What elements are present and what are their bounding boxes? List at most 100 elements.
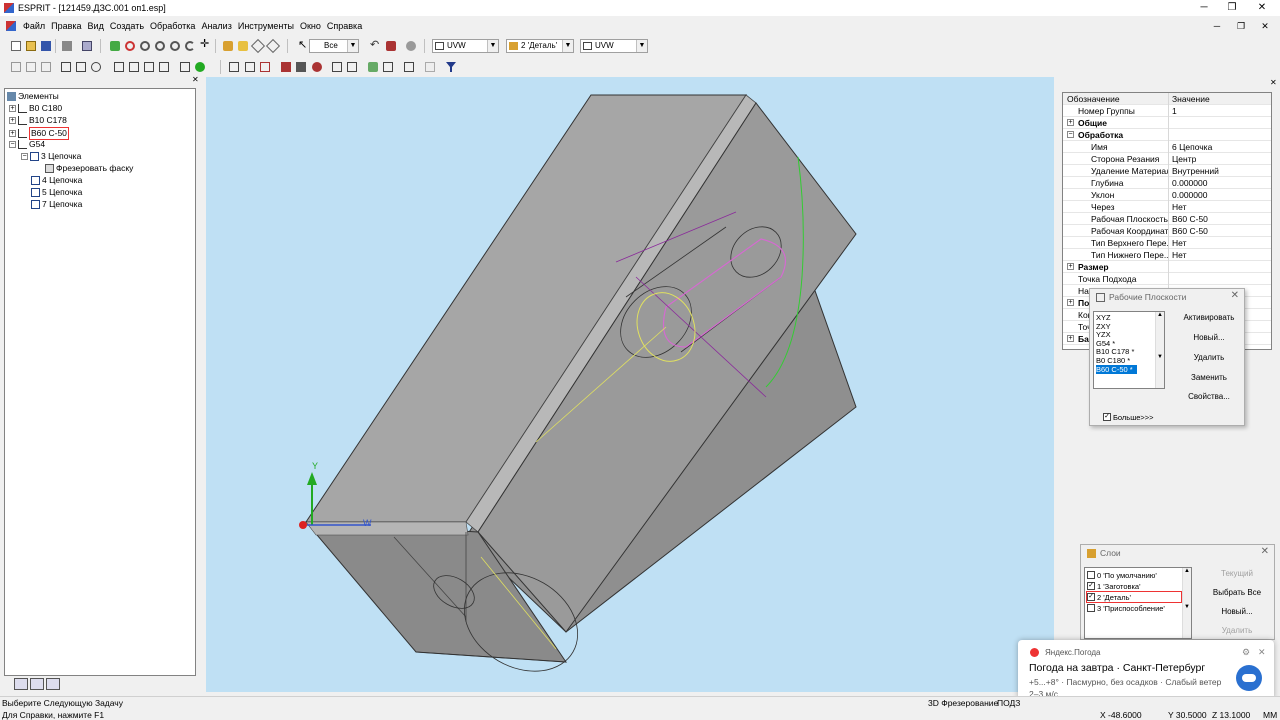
plane-properties-button[interactable]: Свойства... xyxy=(1178,388,1240,405)
more-checkbox[interactable]: ✓ Больше>>> xyxy=(1103,412,1154,422)
drill-icon[interactable] xyxy=(309,59,325,75)
menu-machining[interactable]: Обработка xyxy=(147,21,198,31)
list-scrollbar[interactable]: ▲ ▼ xyxy=(1182,568,1191,638)
zoom-out-icon[interactable] xyxy=(152,38,168,54)
plane-list-item[interactable]: B60 C-50 * xyxy=(1096,364,1137,374)
delete-plane-button[interactable]: Удалить xyxy=(1178,349,1240,366)
close-button[interactable]: ✕ xyxy=(1248,0,1276,16)
activate-button[interactable]: Активировать xyxy=(1178,309,1240,326)
property-group[interactable]: − Обработка xyxy=(1063,129,1271,141)
wireframe-icon[interactable] xyxy=(265,38,281,54)
menu-analysis[interactable]: Анализ xyxy=(198,21,234,31)
property-group[interactable]: + Размер xyxy=(1063,261,1271,273)
tree-close-icon[interactable]: ✕ xyxy=(192,76,199,84)
hidden-line-icon[interactable] xyxy=(250,38,266,54)
tree-item-b10-c178[interactable]: + B10 C178 xyxy=(9,115,67,126)
tree-item-chamfer-op[interactable]: Фрезеровать фаску xyxy=(45,163,133,174)
tree-tab-operations-icon[interactable] xyxy=(30,678,44,690)
settings-icon[interactable]: ⚙ xyxy=(1242,647,1250,658)
break-icon[interactable] xyxy=(38,59,54,75)
property-row[interactable]: Тип Нижнего Пере... Нет xyxy=(1063,249,1271,261)
select-tool-button[interactable] xyxy=(107,38,123,54)
tree-item-g54[interactable]: − G54 xyxy=(9,139,45,150)
maximize-button[interactable]: ❐ xyxy=(1218,0,1246,16)
view-select-1[interactable]: UVW ▼ xyxy=(432,39,499,53)
filter-select[interactable]: Все ▼ xyxy=(309,39,359,53)
rotate-view-icon[interactable] xyxy=(182,38,198,54)
tree-item-chain-7[interactable]: 7 Цепочка xyxy=(31,199,82,210)
tree-item-b0-c180[interactable]: + B0 C180 xyxy=(9,103,62,114)
minimize-button[interactable]: ─ xyxy=(1190,0,1218,16)
filter-icon[interactable] xyxy=(443,59,459,75)
nc-code-icon[interactable] xyxy=(380,59,396,75)
arc-icon[interactable] xyxy=(88,59,104,75)
layer-item[interactable]: 3 'Приспособление' xyxy=(1087,603,1165,613)
machine-setup-icon[interactable] xyxy=(329,59,345,75)
settings-icon[interactable] xyxy=(401,59,417,75)
trim-icon[interactable] xyxy=(8,59,24,75)
current-layer-button[interactable]: Текущий xyxy=(1201,565,1273,582)
stock-icon[interactable] xyxy=(344,59,360,75)
3d-viewport[interactable]: Y W xyxy=(206,77,1054,692)
open-file-button[interactable] xyxy=(23,38,39,54)
property-row[interactable]: Удаление Материала Внутренний xyxy=(1063,165,1271,177)
polygon-icon[interactable] xyxy=(73,59,89,75)
weather-notification[interactable]: Яндекс.Погода ⚙ ✕ Погода на завтра · Сан… xyxy=(1018,640,1274,700)
close-icon[interactable]: ✕ xyxy=(1231,290,1239,301)
collapse-icon[interactable]: − xyxy=(21,153,28,160)
undo-icon[interactable]: ↶ xyxy=(368,38,384,54)
copy-button[interactable] xyxy=(79,38,95,54)
tree-tab-tools-icon[interactable] xyxy=(46,678,60,690)
axis-icon[interactable] xyxy=(242,59,258,75)
mdi-minimize-button[interactable]: ─ xyxy=(1206,18,1228,34)
layer-item[interactable]: ✓ 2 'Деталь' xyxy=(1086,591,1182,603)
print-button[interactable] xyxy=(59,38,75,54)
hole-icon[interactable] xyxy=(156,59,172,75)
new-plane-button[interactable]: Новый... xyxy=(1178,329,1240,346)
property-row[interactable]: Уклон 0.000000 xyxy=(1063,189,1271,201)
menu-file[interactable]: Файл xyxy=(20,21,48,31)
layer-item[interactable]: ✓ 1 'Заготовка' xyxy=(1087,581,1141,591)
property-row[interactable]: Тип Верхнего Пере... Нет xyxy=(1063,237,1271,249)
property-row[interactable]: Рабочая Координата B60 C-50 xyxy=(1063,225,1271,237)
close-icon[interactable]: ✕ xyxy=(1261,546,1269,557)
view-select-2[interactable]: UVW ▼ xyxy=(580,39,648,53)
tree-item-chain-5[interactable]: 5 Цепочка xyxy=(31,187,82,198)
new-layer-button[interactable]: Новый... xyxy=(1201,603,1273,620)
property-row[interactable]: Номер Группы 1 xyxy=(1063,105,1271,117)
delete-layer-button[interactable]: Удалить xyxy=(1201,622,1273,639)
record-icon[interactable] xyxy=(403,38,419,54)
solid-shade-icon[interactable] xyxy=(220,38,236,54)
replace-plane-button[interactable]: Заменить xyxy=(1178,369,1240,386)
property-row[interactable]: Глубина 0.000000 xyxy=(1063,177,1271,189)
pocket-icon[interactable] xyxy=(141,59,157,75)
layer-checkbox[interactable] xyxy=(1087,571,1095,579)
zoom-window-icon[interactable] xyxy=(137,38,153,54)
close-icon[interactable]: ✕ xyxy=(1258,647,1266,658)
tree-root[interactable]: Элементы xyxy=(7,91,59,102)
expand-icon[interactable]: + xyxy=(9,117,16,124)
simulation-icon[interactable] xyxy=(177,59,193,75)
property-row[interactable]: Через Нет xyxy=(1063,201,1271,213)
menu-help[interactable]: Справка xyxy=(324,21,365,31)
mill-icon[interactable] xyxy=(293,59,309,75)
property-row[interactable]: Точка Подхода xyxy=(1063,273,1271,285)
save-file-button[interactable] xyxy=(38,38,54,54)
wire-shade-icon[interactable] xyxy=(235,38,251,54)
select-all-button[interactable]: Выбрать Все xyxy=(1201,584,1273,601)
layer-checkbox[interactable] xyxy=(1087,604,1095,612)
menu-view[interactable]: Вид xyxy=(85,21,107,31)
zoom-in-icon[interactable] xyxy=(122,38,138,54)
rectangle-icon[interactable] xyxy=(58,59,74,75)
layer-checkbox[interactable]: ✓ xyxy=(1087,582,1095,590)
layer-select[interactable]: 2 'Деталь' ▼ xyxy=(506,39,574,53)
expand-icon[interactable]: + xyxy=(9,105,16,112)
menu-create[interactable]: Создать xyxy=(107,21,147,31)
zoom-fit-icon[interactable] xyxy=(167,38,183,54)
document-view-icon[interactable] xyxy=(422,59,438,75)
solid-icon[interactable] xyxy=(365,59,381,75)
chain-icon[interactable] xyxy=(111,59,127,75)
mdi-close-button[interactable]: ✕ xyxy=(1254,18,1276,34)
layer-checkbox[interactable]: ✓ xyxy=(1087,593,1095,601)
new-file-button[interactable] xyxy=(8,38,24,54)
